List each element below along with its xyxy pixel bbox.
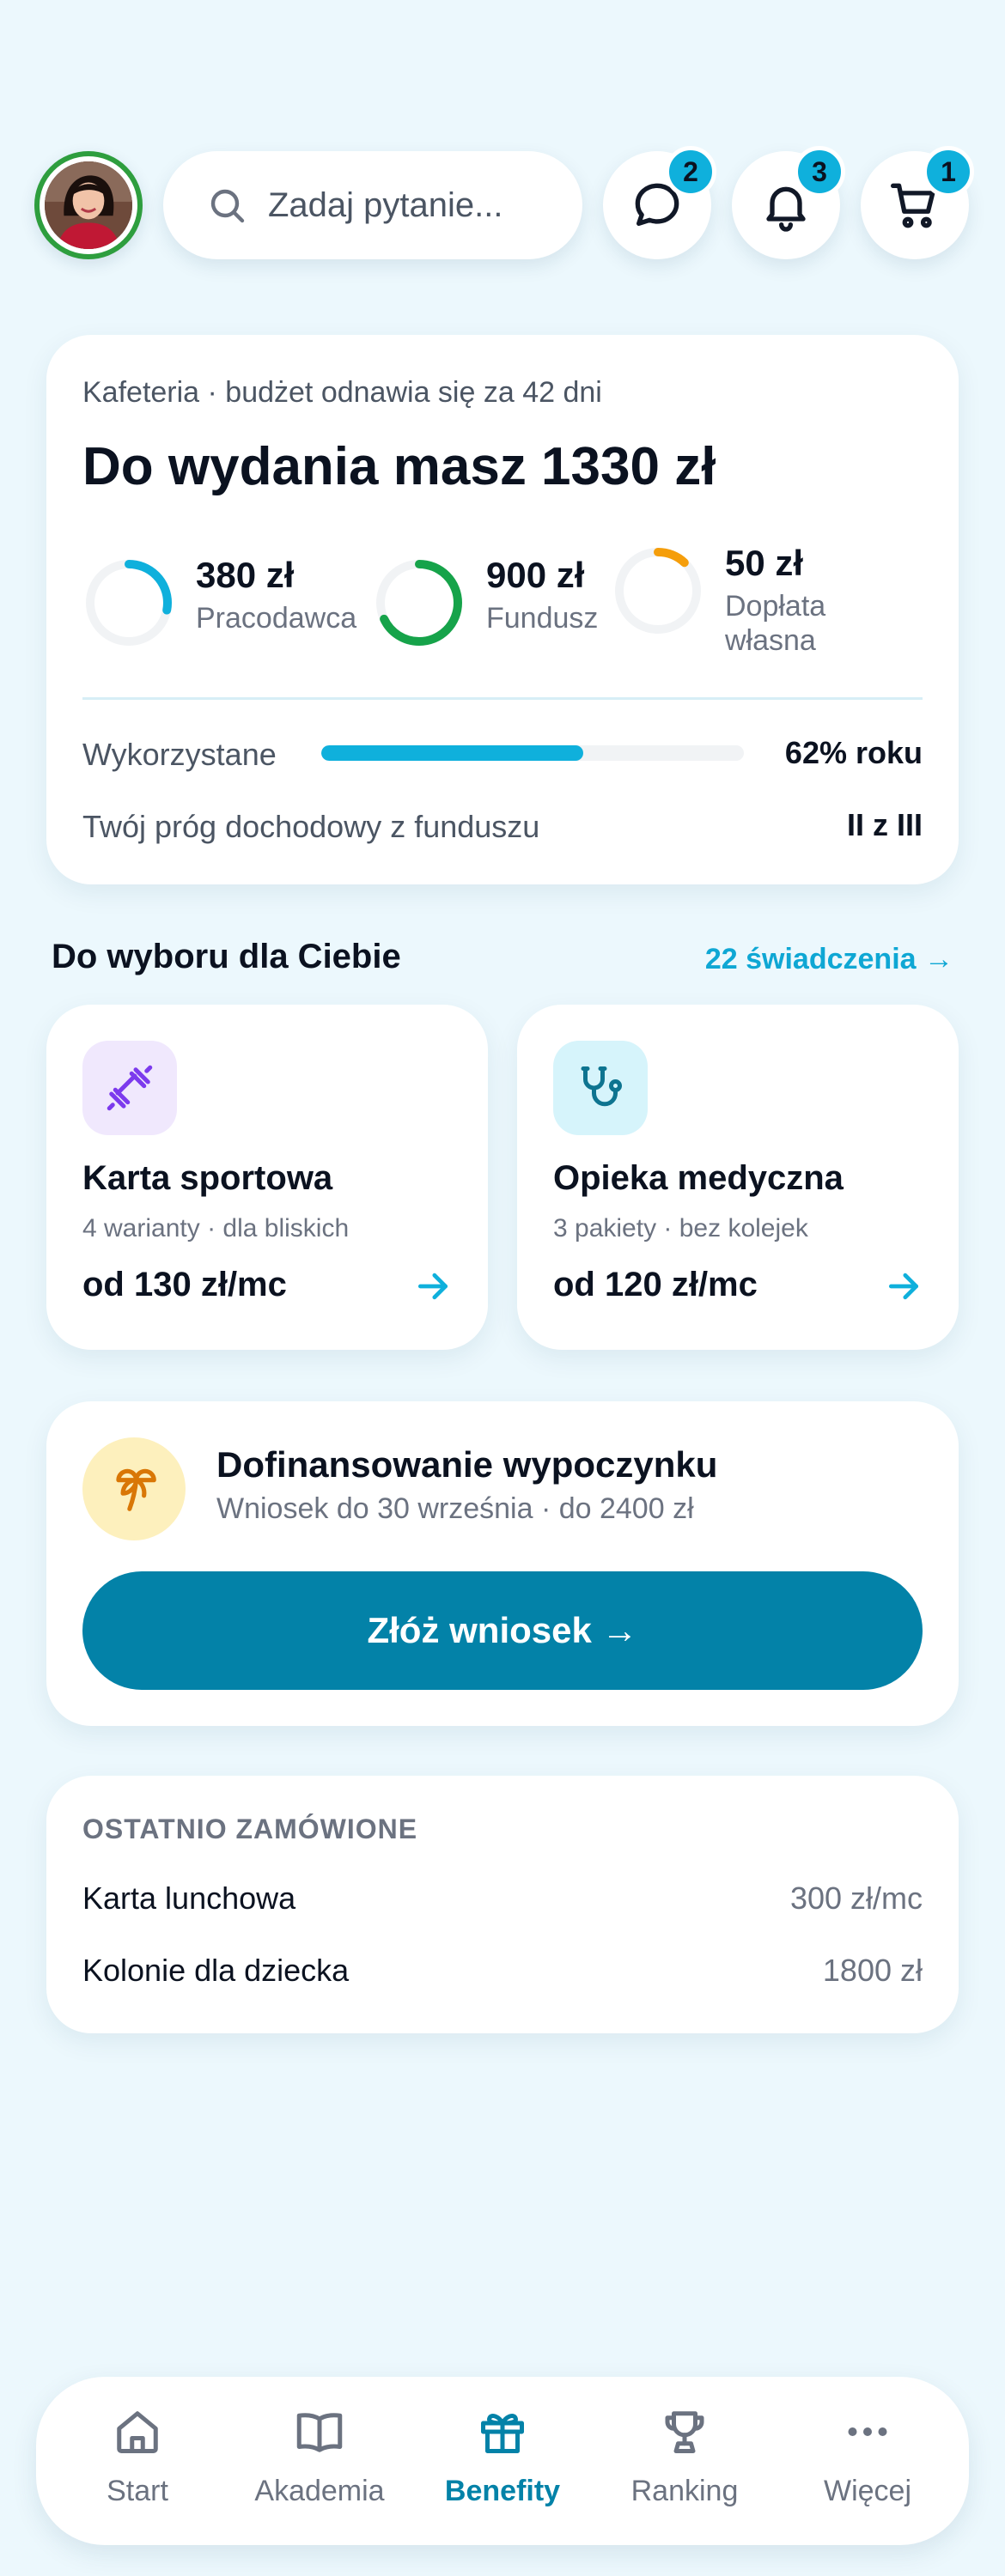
source-employer-label: Pracodawca xyxy=(196,602,357,635)
recent-order-name: Kolonie dla dziecka xyxy=(82,1953,350,1988)
nav-item-wiecej[interactable]: Więcej xyxy=(782,2406,953,2518)
benefit-icon-wrap xyxy=(553,1041,648,1135)
dumbbell-icon xyxy=(107,1065,153,1111)
nav-item-start[interactable]: Start xyxy=(52,2406,223,2518)
budget-renew-text: Kafeteria · budżet odnawia się za 42 dni xyxy=(82,376,602,409)
usage-progress-fill xyxy=(321,745,584,761)
benefit-icon-wrap xyxy=(82,1041,177,1135)
benefit-subtitle: 4 warianty · dla bliskich xyxy=(82,1214,350,1242)
stethoscope-icon xyxy=(581,1066,622,1107)
budget-divider xyxy=(82,697,923,700)
nav-item-benefity[interactable]: Benefity xyxy=(417,2406,588,2518)
trophy-icon xyxy=(665,2411,704,2453)
gift-icon xyxy=(481,2414,524,2453)
cart-button[interactable]: 1 xyxy=(861,146,974,259)
notifications-button[interactable]: 3 xyxy=(732,146,845,259)
more-icon xyxy=(848,2427,887,2436)
nav-item-ranking[interactable]: Ranking xyxy=(599,2406,770,2518)
income-threshold-label: Twój próg dochodowy z funduszu xyxy=(82,809,540,844)
choices-section-title: Do wyboru dla Ciebie xyxy=(52,938,401,975)
benefit-card-sport[interactable]: Karta sportowa 4 warianty · dla bliskich… xyxy=(46,1005,488,1350)
palm-tree-icon xyxy=(116,1468,156,1511)
ring-own-contribution xyxy=(612,544,704,637)
nav-item-akademia[interactable]: Akademia xyxy=(234,2406,405,2518)
source-fund-value: 900 zł xyxy=(486,555,585,595)
usage-label: Wykorzystane xyxy=(82,737,277,772)
budget-card: Kafeteria · budżet odnawia się za 42 dni… xyxy=(46,335,959,884)
benefit-subtitle: 3 pakiety · bez kolejek xyxy=(553,1214,808,1242)
promo-title: Dofinansowanie wypoczynku xyxy=(216,1444,718,1485)
benefit-price: od 130 zł/mc xyxy=(82,1266,287,1303)
promo-subtitle: Wniosek do 30 września · do 2400 zł xyxy=(216,1492,694,1525)
book-icon xyxy=(296,2413,343,2452)
ring-employer xyxy=(82,556,175,649)
nav-label: Ranking xyxy=(630,2475,739,2507)
ring-fund xyxy=(373,556,466,649)
nav-label: Start xyxy=(107,2475,168,2507)
nav-label: Benefity xyxy=(444,2475,561,2507)
vacation-subsidy-card: Dofinansowanie wypoczynku Wniosek do 30 … xyxy=(46,1401,959,1726)
usage-progress-bar xyxy=(321,745,744,761)
promo-icon-wrap xyxy=(82,1437,186,1540)
benefit-name: Opieka medyczna xyxy=(553,1159,844,1197)
search-icon xyxy=(210,189,245,223)
recent-order-value: 300 zł/mc xyxy=(789,1880,923,1916)
nav-label: Więcej xyxy=(823,2475,912,2507)
cart-badge: 1 xyxy=(923,146,974,197)
benefit-price: od 120 zł/mc xyxy=(553,1266,758,1303)
avatar-photo xyxy=(45,161,132,249)
income-threshold-value: II z III xyxy=(846,807,923,842)
recent-orders-title: OSTATNIO ZAMÓWIONE xyxy=(82,1814,418,1844)
submit-application-button[interactable]: Złóż wniosek → xyxy=(82,1571,923,1690)
home-icon xyxy=(117,2411,158,2453)
source-fund-label: Fundusz xyxy=(486,602,599,635)
all-benefits-link[interactable]: 22 świadczenia → xyxy=(705,943,953,976)
search-input[interactable] xyxy=(268,185,560,225)
search-bar[interactable] xyxy=(163,151,582,259)
benefit-card-medical[interactable]: Opieka medyczna 3 pakiety · bez kolejek … xyxy=(517,1005,959,1350)
avatar[interactable] xyxy=(34,151,143,259)
nav-label: Akademia xyxy=(254,2475,385,2507)
source-employer-value: 380 zł xyxy=(196,555,295,595)
arrow-right-icon[interactable] xyxy=(414,1267,452,1305)
arrow-right-icon[interactable] xyxy=(885,1267,923,1305)
benefit-name: Karta sportowa xyxy=(82,1159,333,1197)
usage-value: 62% roku xyxy=(784,735,923,770)
recent-order-value: 1800 zł xyxy=(822,1953,923,1988)
messages-badge: 2 xyxy=(665,146,716,197)
notifications-badge: 3 xyxy=(794,146,845,197)
messages-button[interactable]: 2 xyxy=(603,146,716,259)
source-own-label: Dopłata własna xyxy=(725,590,826,657)
recent-order-row[interactable]: Karta lunchowa 300 zł/mc xyxy=(82,1877,923,1920)
bottom-navigation: Start Akademia Benefity Ranking Więcej xyxy=(36,2377,969,2545)
recent-orders-card: OSTATNIO ZAMÓWIONE Karta lunchowa 300 zł… xyxy=(46,1776,959,2033)
budget-title: Do wydania masz 1330 zł xyxy=(82,437,716,496)
source-own-value: 50 zł xyxy=(725,543,804,583)
recent-order-row[interactable]: Kolonie dla dziecka 1800 zł xyxy=(82,1949,923,1992)
recent-order-name: Karta lunchowa xyxy=(82,1880,296,1916)
